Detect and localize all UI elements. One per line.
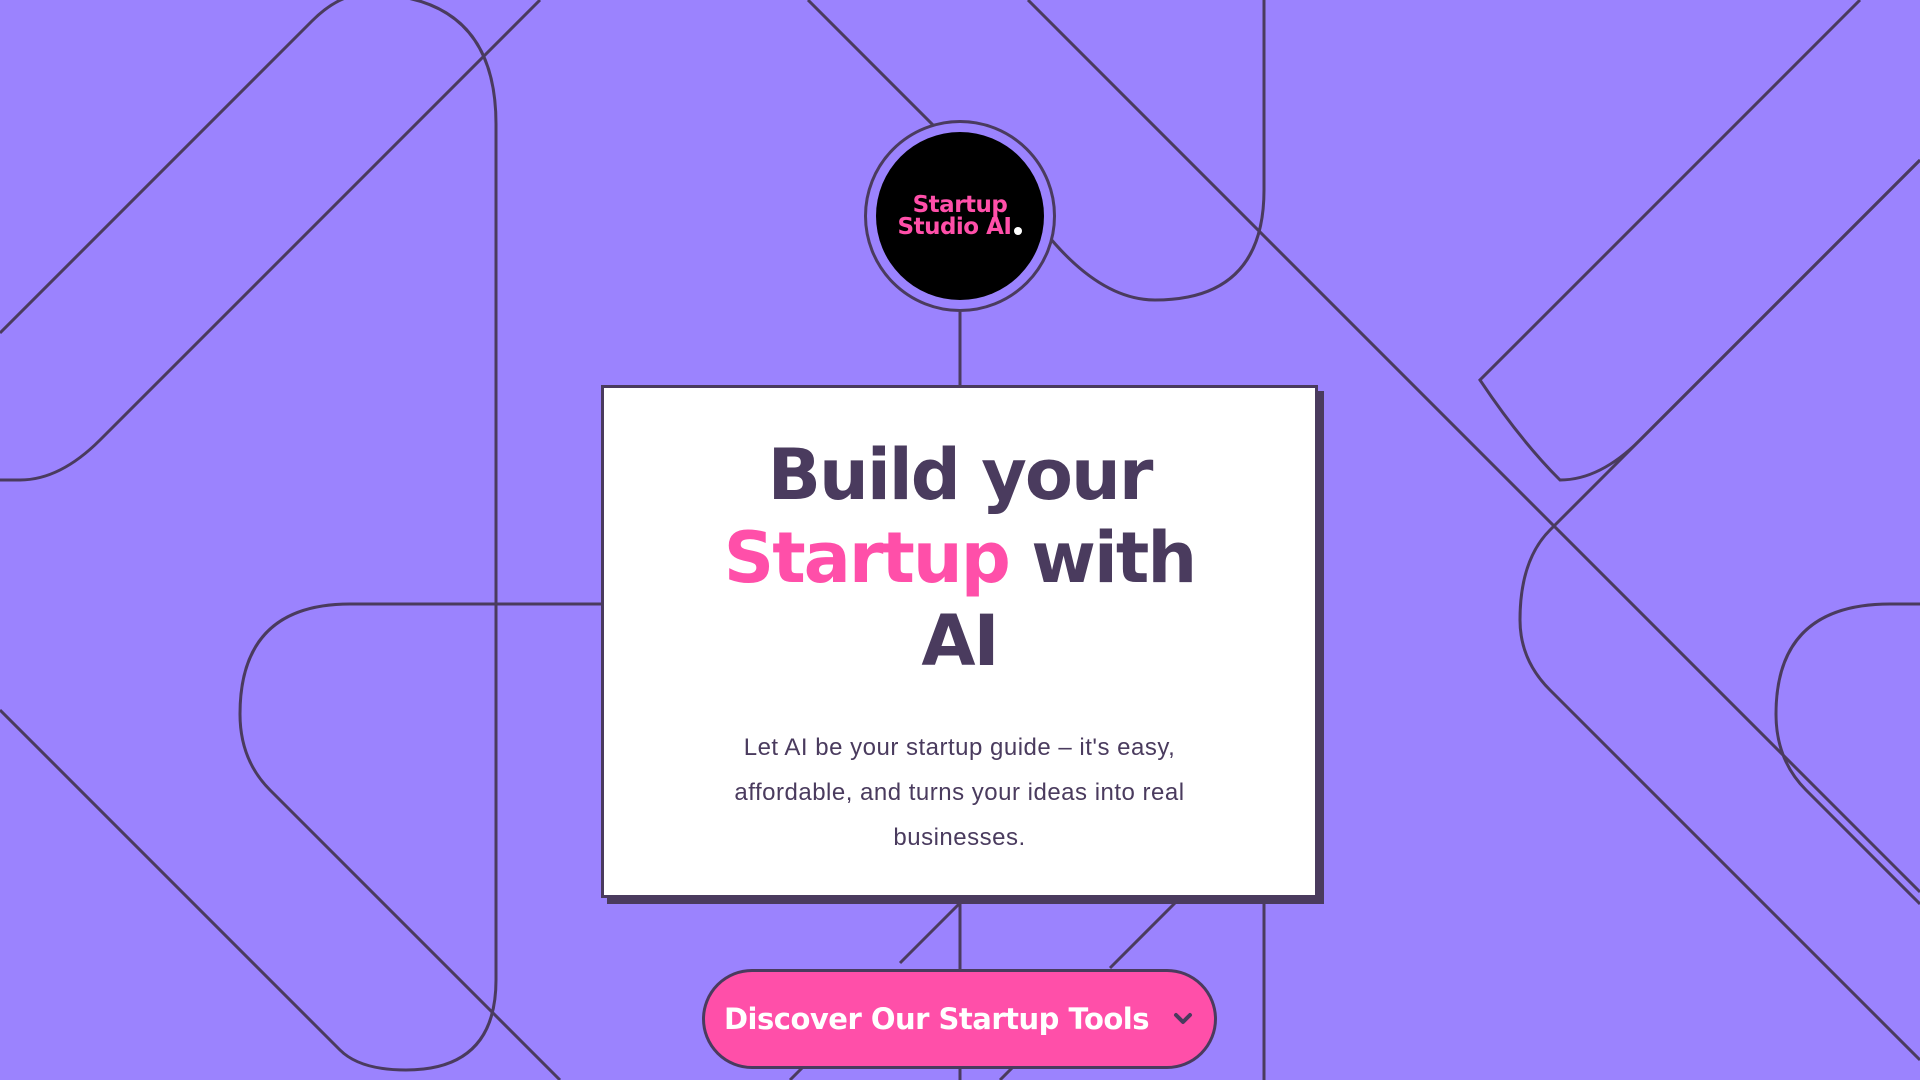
discover-tools-button[interactable]: Discover Our Startup Tools	[702, 969, 1217, 1069]
headline-part3: AI	[921, 600, 999, 682]
brand-logo-line1: Startup	[912, 192, 1008, 218]
cta-label: Discover Our Startup Tools	[723, 1002, 1150, 1036]
headline-part2: with	[1031, 517, 1197, 599]
hero-description: Let AI be your startup guide – it's easy…	[734, 734, 1185, 851]
hero-headline: Build your Startup with AI	[660, 434, 1260, 683]
chevron-down-icon	[1171, 1007, 1195, 1031]
brand-logo[interactable]: Startup Studio AI	[876, 132, 1044, 300]
logo-ring[interactable]: Startup Studio AI	[864, 120, 1056, 312]
brand-logo-line2: Studio AI	[897, 214, 1023, 240]
logo-dot-icon	[1014, 227, 1023, 235]
headline-part1: Build your	[767, 434, 1154, 516]
hero-card: Build your Startup with AI Let AI be you…	[601, 385, 1318, 898]
brand-logo-line2-text: Studio AI	[897, 214, 1012, 240]
headline-accent: Startup	[723, 517, 1011, 599]
